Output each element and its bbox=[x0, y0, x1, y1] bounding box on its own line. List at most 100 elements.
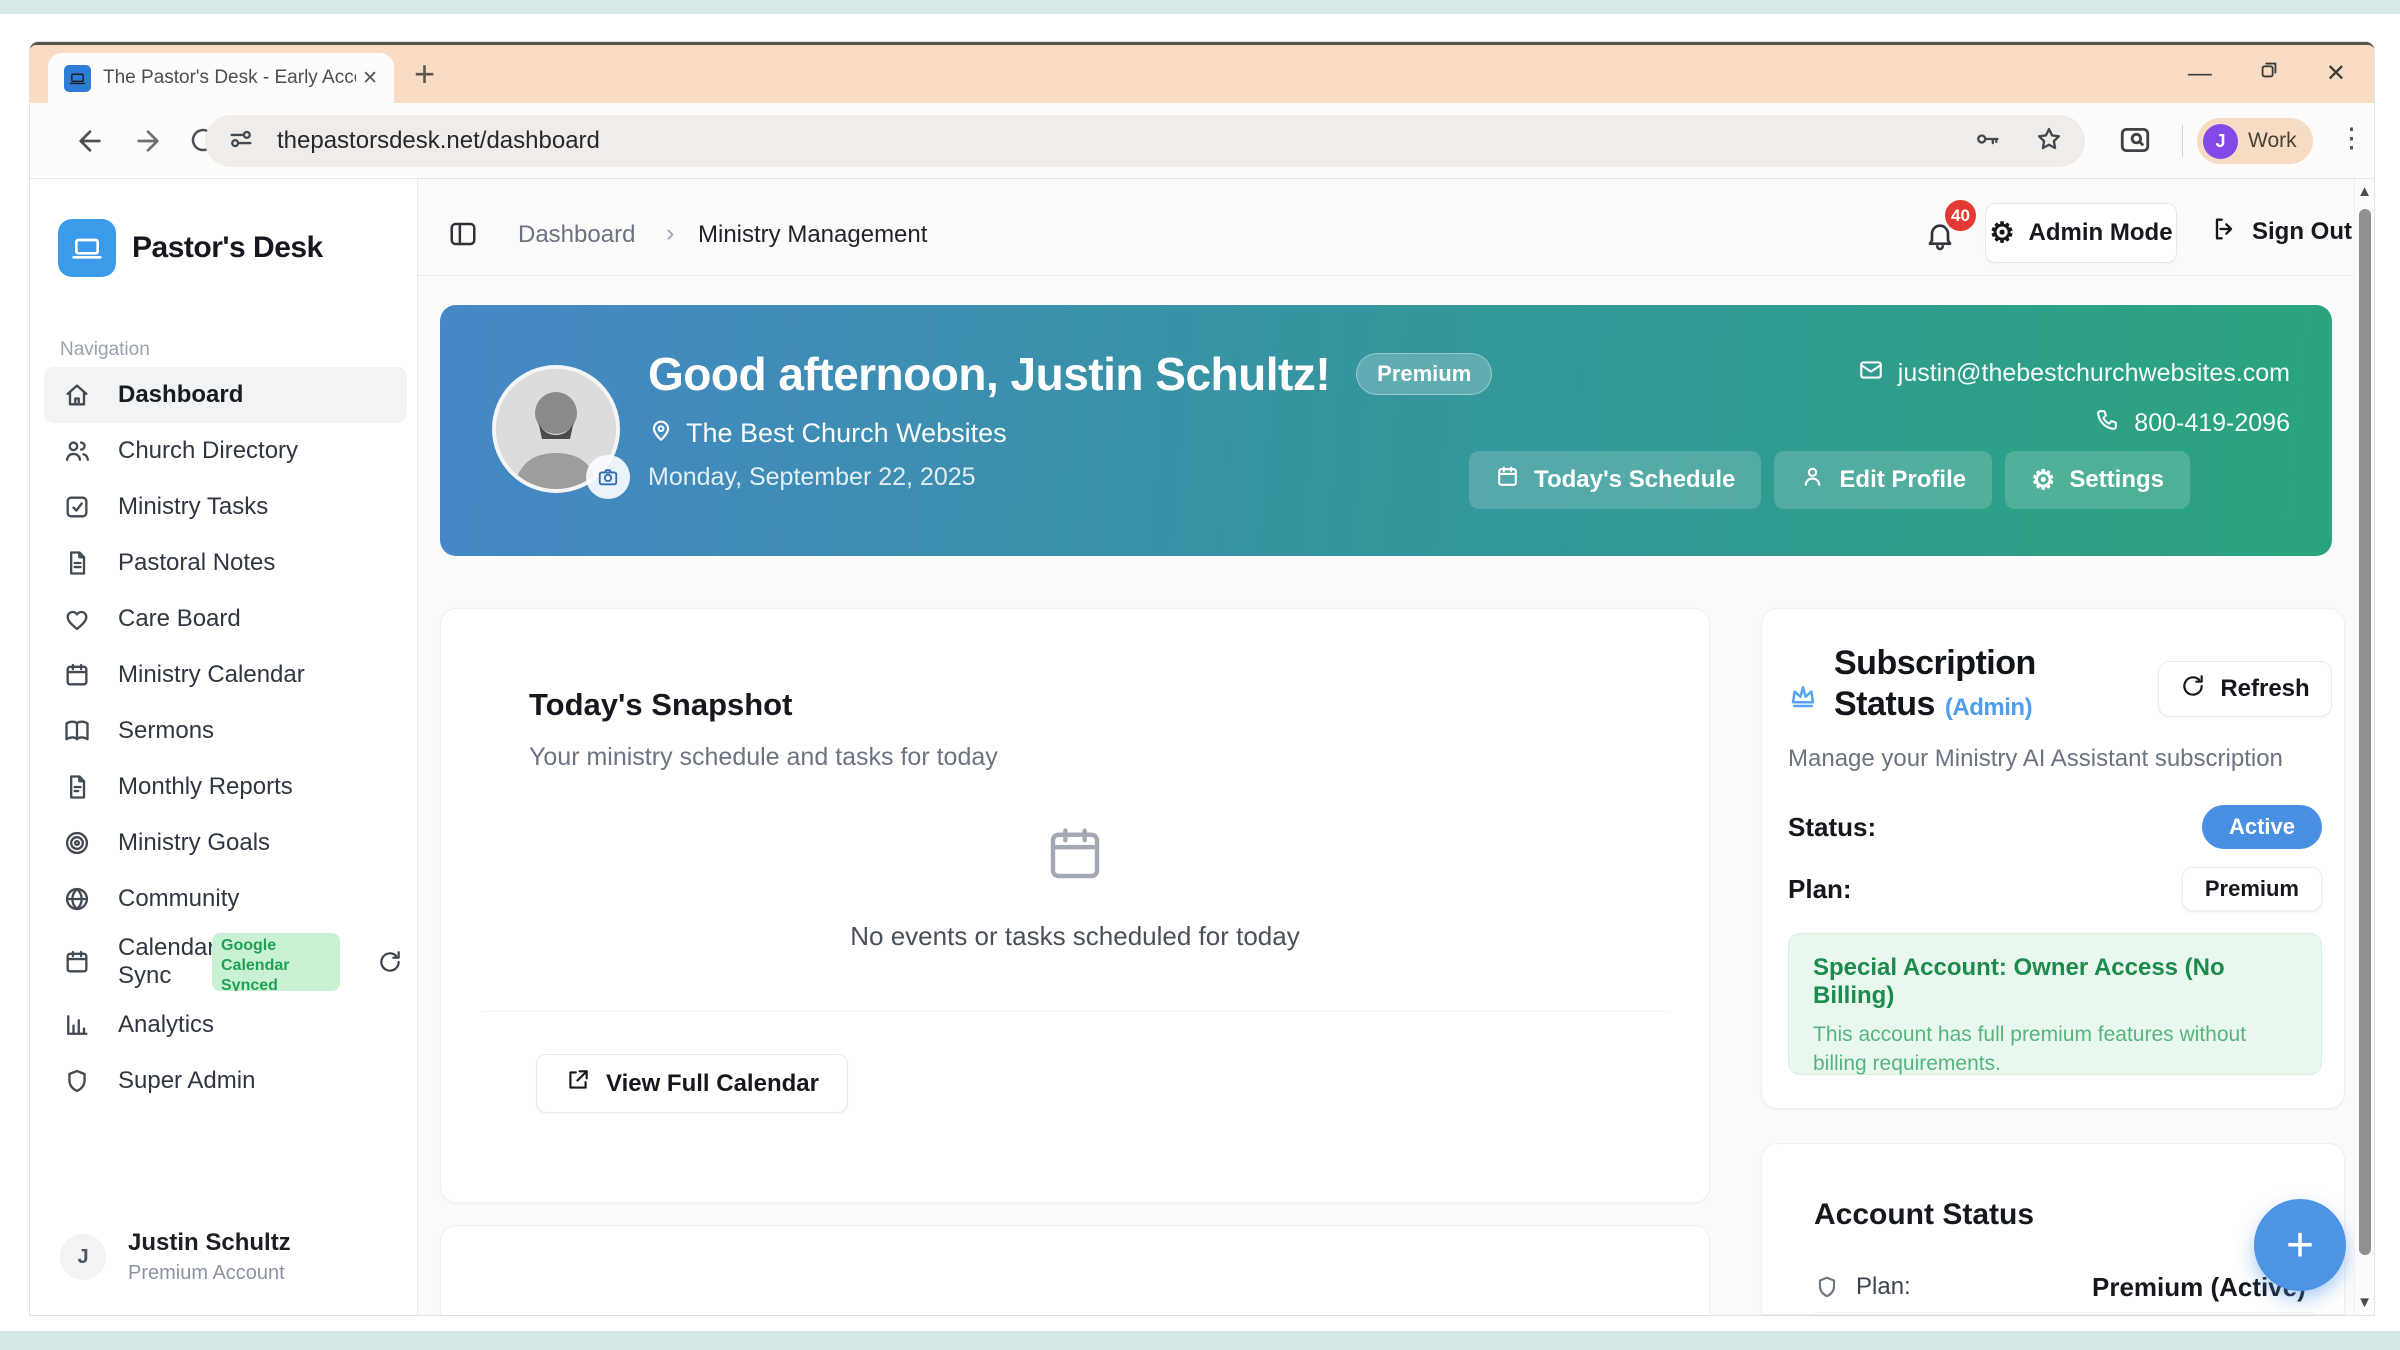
sidebar-item-super-admin[interactable]: Super Admin bbox=[44, 1053, 407, 1109]
sign-out-button[interactable]: Sign Out bbox=[2210, 203, 2352, 261]
nav-list: Dashboard Church Directory Ministry Task… bbox=[44, 367, 407, 1109]
subscription-subtitle: Manage your Ministry AI Assistant subscr… bbox=[1788, 745, 2283, 773]
shield-icon bbox=[62, 1067, 92, 1095]
browser-tab[interactable]: The Pastor's Desk - Early Acces ✕ bbox=[48, 53, 394, 103]
breadcrumb-current: Ministry Management bbox=[698, 221, 927, 249]
window-close-button[interactable]: ✕ bbox=[2326, 57, 2346, 91]
user-name: Justin Schultz bbox=[128, 1229, 291, 1257]
special-account-note: Special Account: Owner Access (No Billin… bbox=[1788, 933, 2322, 1075]
sidebar-item-analytics[interactable]: Analytics bbox=[44, 997, 407, 1053]
snapshot-empty-message: No events or tasks scheduled for today bbox=[441, 921, 1709, 952]
profile-name: Work bbox=[2248, 129, 2297, 153]
sidebar-item-calendar-sync[interactable]: Calendar Sync Google Calendar Synced bbox=[44, 927, 407, 997]
crown-icon bbox=[1788, 681, 1818, 716]
sidebar-item-ministry-calendar[interactable]: Ministry Calendar bbox=[44, 647, 407, 703]
home-icon bbox=[62, 381, 92, 409]
sidebar-item-care-board[interactable]: Care Board bbox=[44, 591, 407, 647]
premium-badge: Premium bbox=[1356, 353, 1492, 395]
plus-icon: + bbox=[2286, 1218, 2314, 1273]
sidebar-item-sermons[interactable]: Sermons bbox=[44, 703, 407, 759]
user-plan: Premium Account bbox=[128, 1262, 291, 1285]
browser-tab-strip: The Pastor's Desk - Early Acces ✕ + — ✕ bbox=[30, 45, 2374, 103]
account-plan-row: Plan: Premium (Active) bbox=[1814, 1262, 2314, 1313]
sidebar-user[interactable]: J Justin Schultz Premium Account bbox=[60, 1229, 291, 1285]
person-icon bbox=[1800, 464, 1825, 496]
forward-button[interactable] bbox=[132, 125, 164, 162]
admin-mode-button[interactable]: ⚙ Admin Mode bbox=[1985, 203, 2177, 263]
page-bottom-strip bbox=[0, 1331, 2400, 1350]
shield-icon bbox=[1814, 1274, 1840, 1300]
sidebar-item-church-directory[interactable]: Church Directory bbox=[44, 423, 407, 479]
subscription-status-card: Subscription Status(Admin) Refresh Manag… bbox=[1761, 608, 2345, 1109]
user-avatar: J bbox=[60, 1234, 106, 1280]
refresh-button[interactable]: Refresh bbox=[2158, 661, 2332, 717]
globe-icon bbox=[62, 885, 92, 913]
report-icon bbox=[62, 773, 92, 801]
refresh-icon bbox=[2180, 673, 2206, 706]
subscription-title: Subscription Status(Admin) bbox=[1834, 643, 2036, 728]
sidebar-item-pastoral-notes[interactable]: Pastoral Notes bbox=[44, 535, 407, 591]
window-minimize-button[interactable]: — bbox=[2188, 57, 2212, 91]
calendar-icon bbox=[62, 661, 92, 689]
empty-calendar-icon bbox=[441, 821, 1709, 887]
status-row: Status: Active bbox=[1788, 805, 2322, 849]
window-restore-button[interactable] bbox=[2258, 57, 2280, 91]
tab-title: The Pastor's Desk - Early Acces bbox=[103, 67, 356, 89]
site-settings-icon[interactable] bbox=[227, 125, 255, 158]
plan-label: Plan: bbox=[1788, 874, 1852, 905]
side-panel-search-icon[interactable] bbox=[2118, 123, 2152, 162]
settings-button[interactable]: ⚙ Settings bbox=[2005, 451, 2190, 509]
todays-schedule-button[interactable]: Today's Schedule bbox=[1469, 451, 1761, 509]
profile-avatar: J bbox=[2203, 124, 2238, 159]
snapshot-divider bbox=[481, 1011, 1669, 1012]
plan-premium-badge: Premium bbox=[2182, 867, 2322, 911]
target-icon bbox=[62, 829, 92, 857]
heart-icon bbox=[62, 605, 92, 633]
status-active-badge: Active bbox=[2202, 805, 2322, 849]
current-date: Monday, September 22, 2025 bbox=[648, 463, 1492, 492]
app-logo-laptop-icon bbox=[58, 219, 116, 277]
gear-icon: ⚙ bbox=[2031, 467, 2055, 494]
page-header: Dashboard › Ministry Management 40 ⚙ Adm… bbox=[418, 179, 2354, 276]
account-plan-label: Plan: bbox=[1856, 1273, 1911, 1301]
tab-close-icon[interactable]: ✕ bbox=[362, 67, 378, 90]
address-bar[interactable]: thepastorsdesk.net/dashboard bbox=[205, 115, 2085, 167]
camera-icon[interactable] bbox=[586, 455, 630, 499]
url-text[interactable]: thepastorsdesk.net/dashboard bbox=[277, 127, 1973, 155]
breadcrumb-dashboard[interactable]: Dashboard bbox=[518, 221, 635, 249]
page-scrollbar[interactable]: ▲ ▼ bbox=[2354, 179, 2374, 1315]
plan-row: Plan: Premium bbox=[1788, 867, 2322, 911]
app-root: Pastor's Desk Navigation Dashboard Churc… bbox=[30, 179, 2374, 1315]
password-key-icon[interactable] bbox=[1973, 125, 2001, 158]
snapshot-title: Today's Snapshot bbox=[529, 687, 792, 723]
scrollbar-thumb[interactable] bbox=[2359, 209, 2371, 1255]
app-name: Pastor's Desk bbox=[132, 231, 323, 265]
sidebar-item-dashboard[interactable]: Dashboard bbox=[44, 367, 407, 423]
sidebar-item-ministry-goals[interactable]: Ministry Goals bbox=[44, 815, 407, 871]
book-icon bbox=[62, 717, 92, 745]
browser-menu-icon[interactable]: ⋮ bbox=[2338, 123, 2365, 154]
add-fab-button[interactable]: + bbox=[2254, 1199, 2346, 1291]
sidebar-item-ministry-tasks[interactable]: Ministry Tasks bbox=[44, 479, 407, 535]
sync-refresh-icon[interactable] bbox=[377, 949, 403, 982]
special-account-body: This account has full premium features w… bbox=[1813, 1020, 2297, 1079]
edit-profile-button[interactable]: Edit Profile bbox=[1774, 451, 1992, 509]
scroll-down-icon[interactable]: ▼ bbox=[2355, 1294, 2374, 1311]
sidebar-item-monthly-reports[interactable]: Monthly Reports bbox=[44, 759, 407, 815]
phone-icon bbox=[2095, 407, 2120, 439]
check-square-icon bbox=[62, 493, 92, 521]
admin-tag: (Admin) bbox=[1945, 694, 2032, 721]
mail-icon bbox=[1858, 357, 1884, 390]
external-link-icon bbox=[565, 1067, 591, 1100]
back-button[interactable] bbox=[74, 125, 106, 162]
sidebar-toggle-icon[interactable] bbox=[448, 219, 478, 254]
scroll-up-icon[interactable]: ▲ bbox=[2355, 183, 2374, 200]
notification-count-badge: 40 bbox=[1942, 197, 1979, 234]
google-calendar-synced-badge: Google Calendar Synced bbox=[212, 933, 340, 991]
user-email: justin@thebestchurchwebsites.com bbox=[1898, 359, 2290, 388]
bookmark-star-icon[interactable] bbox=[2035, 125, 2063, 158]
view-full-calendar-button[interactable]: View Full Calendar bbox=[536, 1054, 848, 1113]
new-tab-button[interactable]: + bbox=[414, 53, 435, 95]
browser-profile-chip[interactable]: J Work bbox=[2197, 118, 2313, 164]
sidebar-item-community[interactable]: Community bbox=[44, 871, 407, 927]
